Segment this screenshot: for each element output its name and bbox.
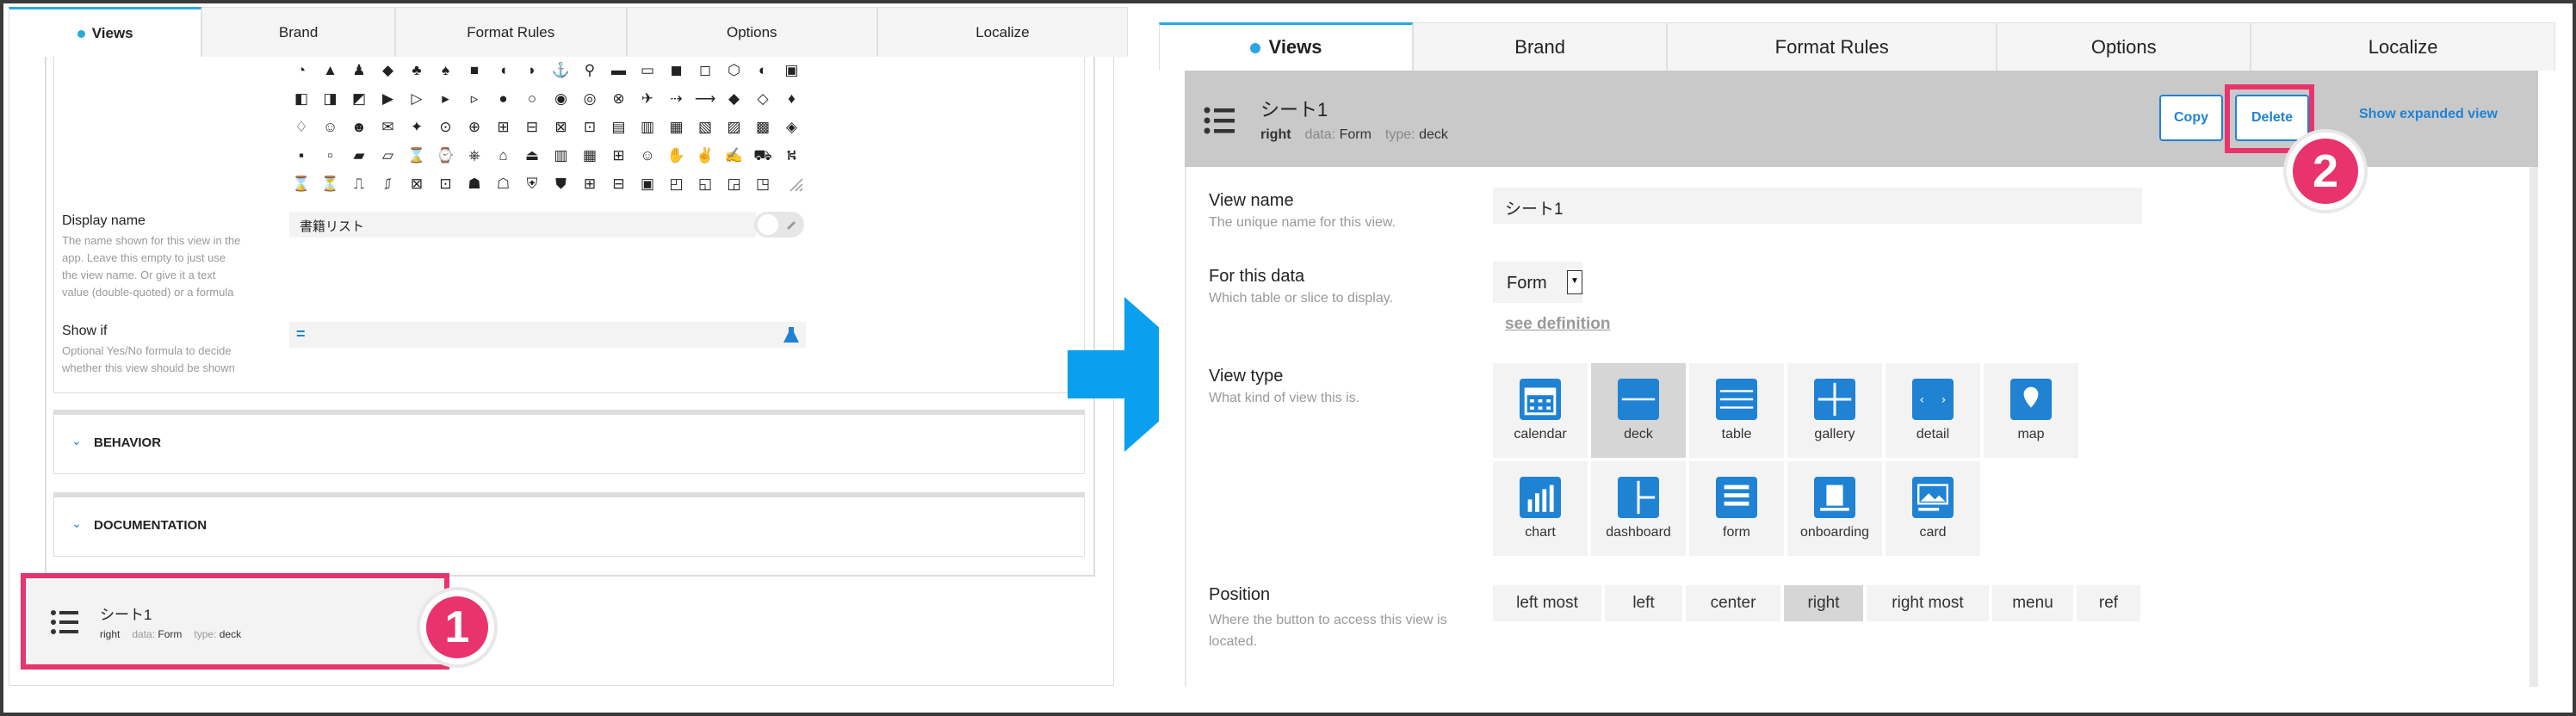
tab-localize[interactable]: Localize (876, 7, 1128, 57)
right-editor-panel: Views Brand Format Rules Options Localiz… (1159, 22, 2555, 687)
tab-options[interactable]: Options (1997, 22, 2251, 71)
view-meta: right data: Form type: deck (1260, 127, 1448, 142)
view-type-grid: calendar deck table gallery ‹ › detail map chart… (1493, 363, 2087, 563)
view-type-table[interactable]: table (1689, 363, 1784, 458)
position-option-left[interactable]: left (1605, 585, 1682, 621)
tab-views[interactable]: Views (1159, 22, 1414, 71)
dropdown-caret-icon: ▼ (1567, 270, 1582, 294)
active-dot-icon (77, 30, 85, 39)
view-name-input[interactable]: シート1 (1493, 188, 2142, 224)
chart-icon (1520, 477, 1561, 518)
for-this-data-label: For this data (1209, 267, 1305, 286)
position-option-menu[interactable]: menu (1992, 585, 2073, 621)
tab-localize[interactable]: Localize (2251, 22, 2555, 71)
card-icon (1912, 477, 1954, 518)
view-type-label: table (1721, 427, 1752, 441)
view-type-label: detail (1916, 427, 1950, 441)
view-type-onboarding[interactable]: onboarding (1787, 461, 1882, 556)
position-option-right[interactable]: right (1784, 585, 1863, 621)
position-option-right-most[interactable]: right most (1867, 585, 1989, 621)
view-type-label: card (1919, 525, 1947, 540)
tab-format-rules[interactable]: Format Rules (394, 7, 627, 57)
see-definition-link[interactable]: see definition (1505, 315, 1610, 334)
highlight-view-item-top (21, 573, 449, 578)
map-icon (2010, 379, 2052, 420)
view-type-detail[interactable]: ‹ › detail (1886, 363, 1980, 458)
for-this-data-hint: Which table or slice to display. (1209, 291, 1394, 306)
view-title: シート1 (1260, 99, 1328, 120)
view-type-label: gallery (1814, 427, 1855, 441)
gallery-icon (1814, 379, 1855, 420)
onboarding-icon (1814, 477, 1855, 518)
form-icon (1716, 477, 1757, 518)
view-type-label: View type (1209, 367, 1284, 386)
tab-brand[interactable]: Brand (1413, 22, 1668, 71)
table-select[interactable]: Form ▼ (1493, 262, 1582, 303)
svg-text:‹: ‹ (1919, 393, 1924, 407)
view-type-label: dashboard (1606, 525, 1671, 540)
view-type-label: deck (1624, 427, 1653, 441)
position-option-left-most[interactable]: left most (1493, 585, 1601, 621)
table-icon (1716, 379, 1757, 420)
view-type-label: map (2017, 427, 2045, 441)
tab-views[interactable]: Views (9, 7, 202, 57)
view-name-label: View name (1209, 191, 1294, 210)
view-type-label: form (1723, 525, 1750, 540)
view-type-label: calendar (1514, 427, 1567, 441)
view-name-hint: The unique name for this view. (1209, 215, 1396, 230)
dashboard-icon (1618, 477, 1659, 518)
callout-badge-2: 2 (2287, 133, 2364, 210)
view-type-form[interactable]: form (1689, 461, 1784, 556)
left-tab-bar: Views Brand Format Rules Options Localiz… (9, 7, 1128, 57)
calendar-icon (1520, 379, 1561, 420)
view-type-chart[interactable]: chart (1493, 461, 1588, 556)
view-type-map[interactable]: map (1984, 363, 2078, 458)
view-type-hint: What kind of view this is. (1209, 391, 1360, 405)
view-type-label: onboarding (1799, 525, 1870, 540)
show-expanded-view-link[interactable]: Show expanded view (2359, 107, 2498, 122)
svg-text:›: › (1941, 393, 1947, 407)
position-options: left most left center right right most menu re… (1493, 585, 2140, 621)
view-type-label: chart (1525, 525, 1556, 540)
view-type-card[interactable]: card (1886, 461, 1980, 556)
view-type-dashboard[interactable]: dashboard (1591, 461, 1686, 556)
view-type-deck[interactable]: deck (1591, 363, 1686, 458)
position-label: Position (1209, 585, 1271, 604)
highlight-view-item (21, 573, 449, 670)
position-option-center[interactable]: center (1686, 585, 1780, 621)
tab-format-rules[interactable]: Format Rules (1667, 22, 1997, 71)
callout-badge-1: 1 (420, 590, 494, 664)
tab-brand[interactable]: Brand (201, 7, 395, 57)
list-icon (1204, 107, 1236, 139)
view-type-gallery[interactable]: gallery (1787, 363, 1882, 458)
position-option-ref[interactable]: ref (2077, 585, 2140, 621)
detail-icon: ‹ › (1912, 379, 1954, 420)
position-hint: Where the button to access this view is … (1209, 613, 1447, 649)
view-form-body: View name The unique name for this view.… (1186, 167, 2530, 687)
deck-icon (1618, 379, 1659, 420)
active-dot-icon (1249, 43, 1260, 54)
right-tab-bar: Views Brand Format Rules Options Localiz… (1159, 22, 2555, 71)
tab-options[interactable]: Options (626, 7, 877, 57)
view-type-calendar[interactable]: calendar (1493, 363, 1588, 458)
copy-button[interactable]: Copy (2159, 95, 2223, 141)
